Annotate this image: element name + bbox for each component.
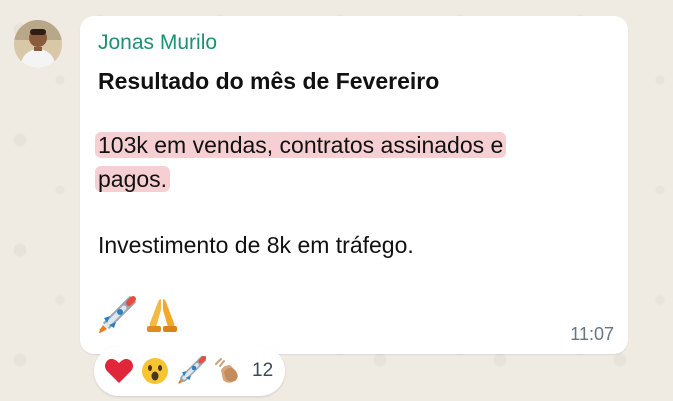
sender-avatar[interactable] [14, 20, 62, 68]
sender-name[interactable]: Jonas Murilo [98, 30, 217, 56]
rocket-emoji [178, 356, 206, 384]
message-title: Resultado do mês de Fevereiro [98, 68, 440, 94]
message-timestamp: 11:07 [570, 324, 614, 344]
highlighted-text: 103k em vendas, contratos assinados e pa… [95, 128, 598, 196]
clapping-hands-emoji [215, 358, 238, 383]
message-bubble[interactable]: Jonas Murilo Resultado do mês de Feverei… [80, 16, 628, 354]
reactions-bar[interactable]: 12 [94, 346, 286, 396]
highlight-line-1: 103k em vendas, contratos assinados e [95, 132, 507, 158]
surprised-face-emoji [142, 358, 168, 384]
rocket-emoji [99, 296, 136, 333]
investment-text: Investimento de 8k em tráfego. [98, 232, 414, 258]
reaction-count: 12 [252, 360, 274, 381]
folded-hands-emoji [147, 299, 177, 332]
message-emojis [96, 294, 182, 338]
heart-emoji [105, 358, 133, 383]
highlight-line-2: pagos. [95, 166, 171, 192]
